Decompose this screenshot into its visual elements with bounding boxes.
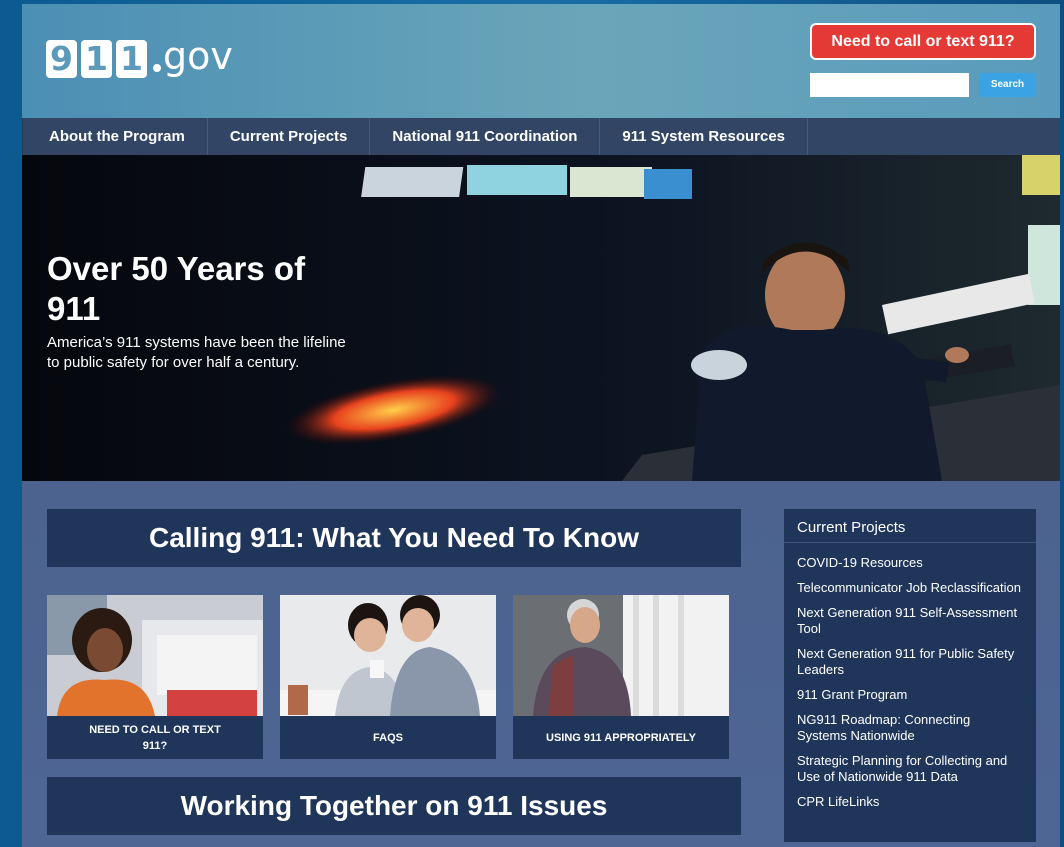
site-logo[interactable]: 9 1 1 gov (46, 34, 233, 78)
nav-item-national-coordination[interactable]: National 911 Coordination (369, 118, 599, 155)
hero-banner[interactable]: Over 50 Years of 911 America’s 911 syste… (22, 155, 1060, 481)
page: 9 1 1 gov Need to call or text 911? Sear… (22, 4, 1060, 847)
sidebar-link-grant-program[interactable]: 911 Grant Program (797, 687, 1023, 703)
call-or-text-911-button[interactable]: Need to call or text 911? (810, 23, 1036, 60)
nav-item-current-projects[interactable]: Current Projects (206, 118, 370, 155)
logo-digit: 1 (81, 40, 112, 78)
card-using-911[interactable]: USING 911 APPROPRIATELY (513, 595, 729, 759)
hero-title: Over 50 Years of 911 (47, 250, 306, 327)
card-faqs[interactable]: FAQS (280, 595, 496, 759)
main-nav: About the Program Current Projects Natio… (22, 118, 1060, 155)
sidebar-links: COVID-19 Resources Telecommunicator Job … (784, 543, 1036, 810)
logo-digit: 9 (46, 40, 77, 78)
working-together-heading[interactable]: Working Together on 911 Issues (47, 777, 741, 835)
sidebar-link-telecommunicator[interactable]: Telecommunicator Job Reclassification (797, 580, 1023, 596)
card-photo-woman-on-phone (47, 595, 263, 716)
current-projects-sidebar: Current Projects COVID-19 Resources Tele… (784, 509, 1036, 842)
card-photo-man-on-phone (513, 595, 729, 716)
nav-item-about[interactable]: About the Program (22, 118, 207, 155)
sidebar-title: Current Projects (784, 509, 1036, 543)
logo-suffix: gov (163, 34, 233, 78)
site-header: 9 1 1 gov Need to call or text 911? Sear… (22, 4, 1060, 118)
card-photo-father-son (280, 595, 496, 716)
card-need-to-call[interactable]: NEED TO CALL OR TEXT 911? (47, 595, 263, 759)
info-cards: NEED TO CALL OR TEXT 911? FAQS USING 911… (47, 595, 746, 759)
sidebar-link-ng911-roadmap[interactable]: NG911 Roadmap: Connecting Systems Nation… (797, 712, 1023, 744)
logo-dot (153, 64, 161, 72)
search-button[interactable]: Search (979, 73, 1036, 97)
sidebar-link-strategic-planning[interactable]: Strategic Planning for Collecting and Us… (797, 753, 1023, 785)
search-input[interactable] (810, 73, 969, 97)
card-label: FAQS (373, 731, 403, 744)
nav-item-system-resources[interactable]: 911 System Resources (599, 118, 809, 155)
sidebar-link-ng911-leaders[interactable]: Next Generation 911 for Public Safety Le… (797, 646, 1023, 678)
hero-description: America’s 911 systems have been the life… (47, 334, 346, 371)
card-label: NEED TO CALL OR TEXT 911? (89, 723, 221, 752)
calling-911-heading[interactable]: Calling 911: What You Need To Know (47, 509, 741, 567)
sidebar-link-covid[interactable]: COVID-19 Resources (797, 555, 1023, 571)
card-label: USING 911 APPROPRIATELY (546, 731, 696, 744)
logo-digit: 1 (116, 40, 147, 78)
sidebar-link-cpr-lifelinks[interactable]: CPR LifeLinks (797, 794, 1023, 810)
sidebar-link-ng911-self-assessment[interactable]: Next Generation 911 Self-Assessment Tool (797, 605, 1023, 637)
